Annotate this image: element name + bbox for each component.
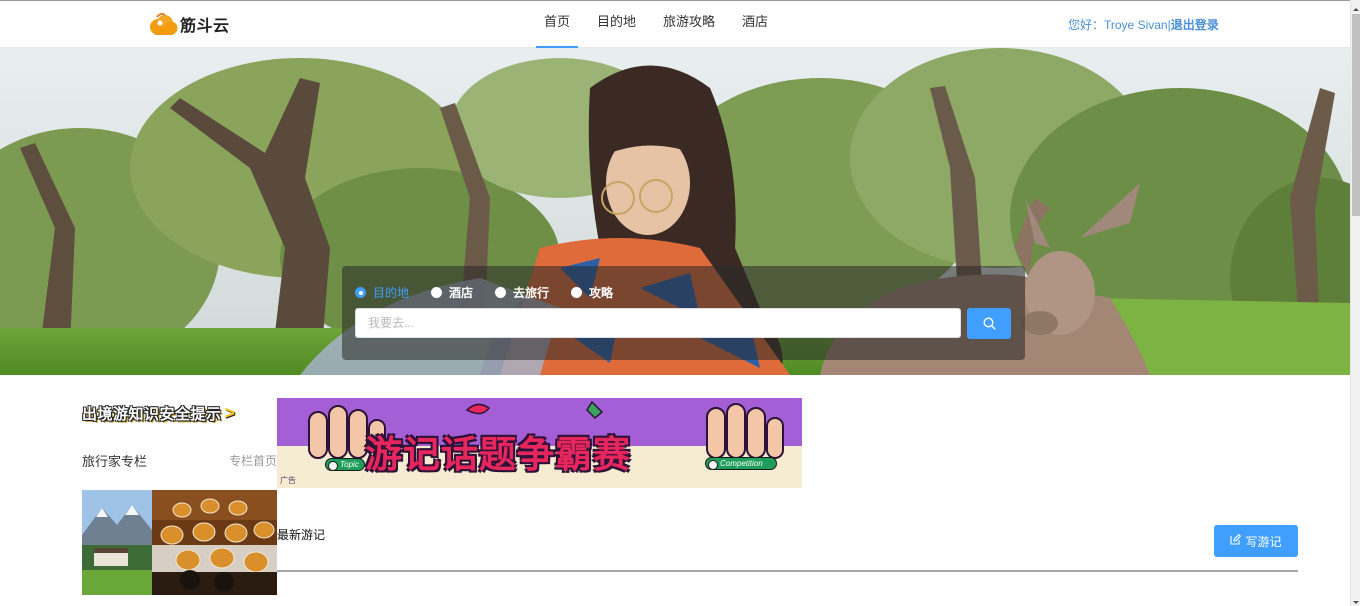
- columnist-image-drinks[interactable]: [152, 490, 277, 595]
- logo-text: 筋斗云: [180, 18, 230, 35]
- columnist-image-mountains[interactable]: [82, 490, 152, 595]
- topic-competition-ad[interactable]: 游记话题争霸赛 Topic Competition 广告: [277, 398, 802, 488]
- radio-dot: [355, 287, 366, 298]
- radio-dot: [495, 287, 507, 298]
- page-scrollbar[interactable]: [1350, 0, 1360, 606]
- ad-title: 游记话题争霸赛: [365, 434, 631, 475]
- latest-notes-title: 最新游记: [277, 528, 326, 542]
- scrollbar-thumb[interactable]: [1352, 14, 1360, 216]
- ad-label: 广告: [280, 476, 296, 485]
- nav-destination[interactable]: 目的地: [589, 1, 644, 48]
- radio-guide[interactable]: 攻略: [571, 284, 613, 301]
- scroll-down-arrow-icon[interactable]: [1352, 594, 1360, 604]
- page: 筋斗云 首页 目的地 旅游攻略 酒店 您好：Troye Sivan|退出登录 目…: [0, 0, 1360, 606]
- search-panel: 目的地 酒店 去旅行 攻略: [342, 266, 1025, 360]
- edit-icon: [1230, 532, 1242, 550]
- main-nav: 首页 目的地 旅游攻略 酒店: [536, 1, 787, 48]
- user-greeting[interactable]: 您好：Troye Sivan: [1068, 18, 1168, 32]
- section-divider: [277, 570, 1298, 572]
- radio-trip[interactable]: 去旅行: [495, 284, 549, 301]
- cloud-logo-icon: [147, 11, 179, 37]
- safety-notice-banner[interactable]: 出境游知识安全提示 >: [82, 401, 235, 425]
- columnist-title: 旅行家专栏: [82, 454, 148, 469]
- radio-label: 攻略: [589, 286, 614, 300]
- write-note-label: 写游记: [1245, 534, 1282, 549]
- radio-label: 酒店: [449, 286, 474, 300]
- write-note-button[interactable]: 写游记: [1214, 525, 1298, 557]
- arrow-right-icon: >: [224, 402, 236, 423]
- radio-label: 目的地: [373, 286, 410, 300]
- hero-banner: 目的地 酒店 去旅行 攻略: [0, 48, 1350, 375]
- ad-pill-topic: Topic: [325, 458, 365, 471]
- ad-pill-competition: Competition: [705, 457, 777, 470]
- user-area: 您好：Troye Sivan|退出登录: [1068, 16, 1219, 33]
- radio-destination[interactable]: 目的地: [355, 284, 409, 301]
- header: 筋斗云 首页 目的地 旅游攻略 酒店 您好：Troye Sivan|退出登录: [0, 1, 1350, 48]
- logout-link[interactable]: 退出登录: [1171, 18, 1219, 32]
- nav-hotel[interactable]: 酒店: [734, 1, 776, 48]
- scroll-up-arrow-icon[interactable]: [1352, 2, 1360, 12]
- search-button[interactable]: [967, 308, 1011, 339]
- radio-dot: [571, 287, 583, 298]
- nav-home[interactable]: 首页: [536, 1, 579, 48]
- logo[interactable]: 筋斗云: [147, 10, 230, 38]
- radio-label: 去旅行: [513, 286, 550, 300]
- columnist-home-link[interactable]: 专栏首页: [229, 452, 277, 469]
- nav-travel-guide[interactable]: 旅游攻略: [655, 1, 723, 48]
- safety-notice-text: 出境游知识安全提示: [82, 405, 222, 423]
- search-type-radios: 目的地 酒店 去旅行 攻略: [355, 284, 635, 301]
- radio-hotel[interactable]: 酒店: [431, 284, 473, 301]
- radio-dot: [431, 287, 443, 298]
- search-input[interactable]: [355, 308, 961, 338]
- search-icon: [982, 317, 996, 330]
